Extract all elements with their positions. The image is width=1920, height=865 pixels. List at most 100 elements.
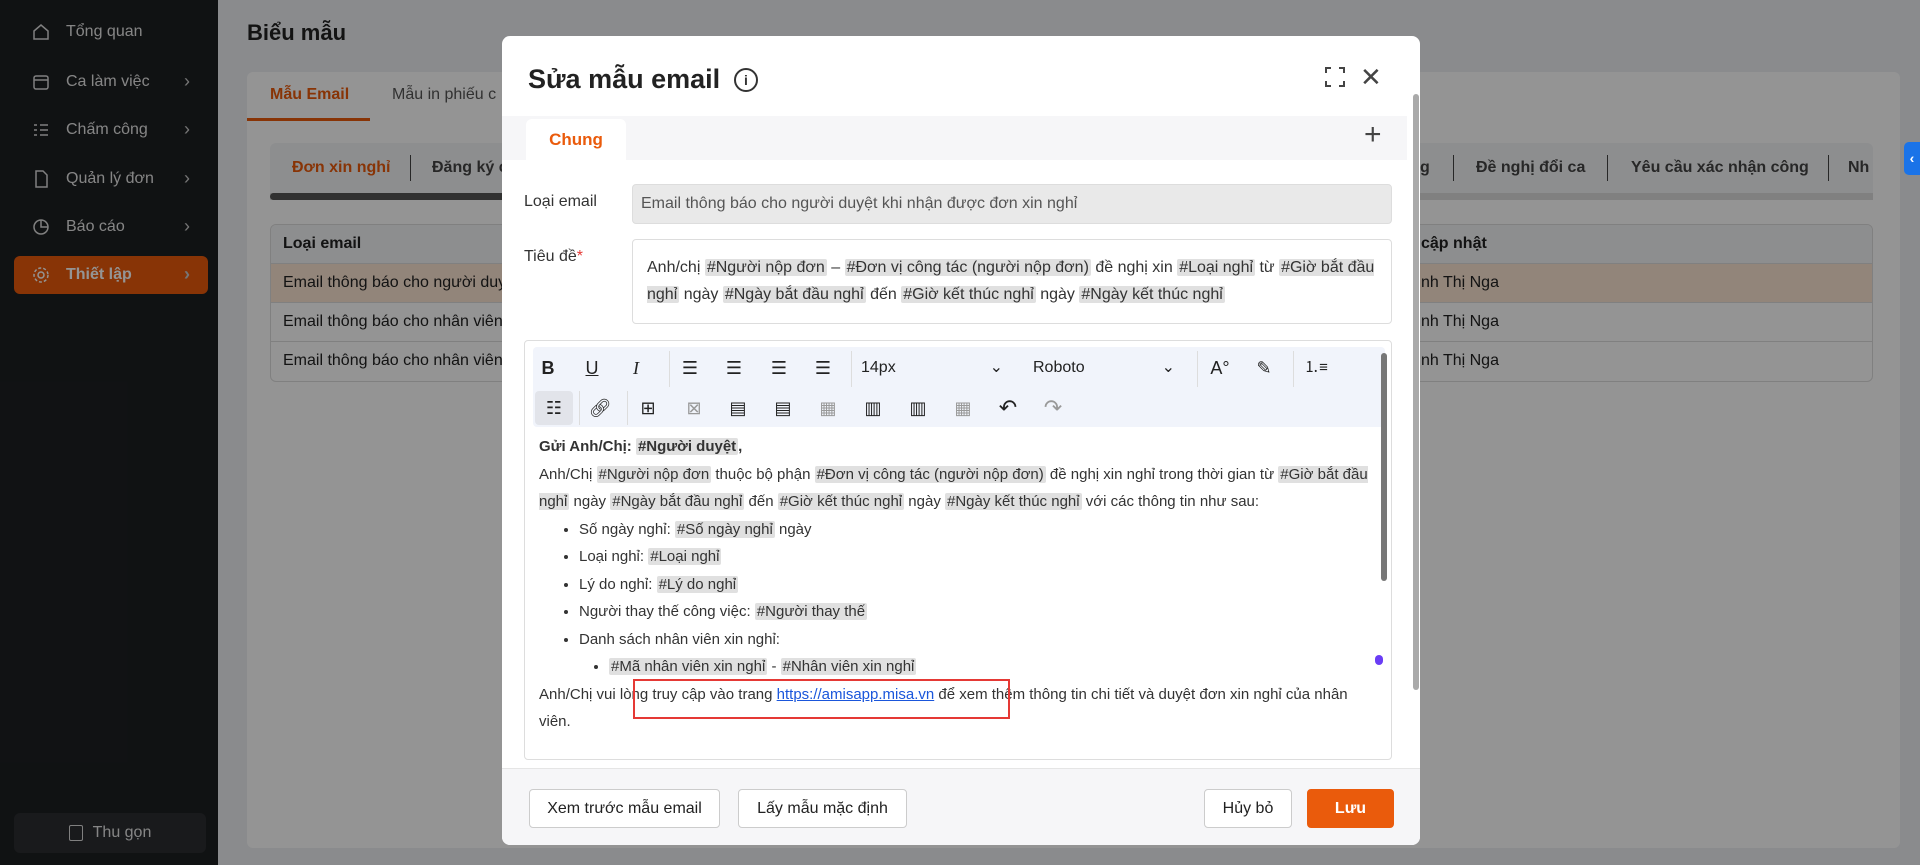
merge-field-tag: #Người nộp đơn <box>596 465 712 483</box>
merge-field-tag: #Giờ kết thúc nghỉ <box>901 286 1036 303</box>
align-center-icon[interactable]: ☰ <box>719 353 749 383</box>
merge-field-tag: #Người thay thế <box>754 603 868 620</box>
font-family-value: Roboto <box>1033 359 1085 376</box>
merge-field-tag: #Loại nghỉ <box>1177 259 1256 276</box>
list-item: #Mã nhân viên xin nghỉ - #Nhân viên xin … <box>609 653 1369 681</box>
text-segment: đề nghị xin <box>1090 259 1178 276</box>
text-segment: Người thay thế công việc: <box>579 603 755 620</box>
delete-column-icon[interactable]: ▦ <box>948 393 978 423</box>
merge-field-tag: #Lý do nghỉ <box>656 575 739 593</box>
merge-field-tag: #Ngày bắt đầu nghỉ <box>722 286 866 303</box>
load-default-template-button[interactable]: Lấy mẫu mặc định <box>738 789 907 828</box>
text-segment: ngày <box>774 520 812 538</box>
insert-table-icon[interactable]: ⊞ <box>633 393 663 423</box>
preview-template-button[interactable]: Xem trước mẫu email <box>529 789 720 828</box>
tieu-de-input[interactable]: Anh/chị #Người nộp đơn – #Đơn vị công tá… <box>632 239 1392 324</box>
merge-field-tag: #Ngày kết thúc nghỉ <box>945 493 1082 510</box>
text-segment: Gửi Anh/Chị: <box>539 438 636 455</box>
info-icon[interactable]: i <box>734 68 758 92</box>
expand-icon[interactable] <box>1324 66 1346 88</box>
highlight-annotation-box <box>633 679 1010 719</box>
save-button[interactable]: Lưu <box>1307 789 1394 828</box>
text-segment: Anh/Chị <box>539 465 597 483</box>
insert-column-right-icon[interactable]: ▥ <box>903 393 933 423</box>
text-segment: đề nghị xin nghỉ trong thời gian từ <box>1045 465 1279 483</box>
text-segment: ngày <box>1035 286 1080 303</box>
list-item: Loại nghỉ: #Loại nghỉ <box>579 543 1369 571</box>
dialog-tabs <box>502 116 1407 160</box>
edit-email-template-dialog: Sửa mẫu email i ✕ Chung + Loại email Ema… <box>502 36 1420 845</box>
separator <box>1197 351 1198 387</box>
dialog-scrollbar[interactable] <box>1413 94 1419 690</box>
ordered-list-icon[interactable]: ⒈≡ <box>1301 353 1331 383</box>
list-item: Người thay thế công việc: #Người thay th… <box>579 598 1369 626</box>
editor-scrollbar[interactable] <box>1381 353 1387 581</box>
highlight-pen-icon[interactable]: ✎ <box>1249 353 1279 383</box>
chevron-down-icon: ⌄ <box>989 359 1003 376</box>
text-segment: ngày <box>569 493 611 510</box>
undo-icon[interactable]: ↶ <box>993 393 1023 423</box>
redo-icon[interactable]: ↷ <box>1038 393 1068 423</box>
align-justify-icon[interactable]: ☰ <box>808 353 838 383</box>
link-icon[interactable]: 🔗︎ <box>585 393 615 423</box>
loai-email-field: Email thông báo cho người duyệt khi nhận… <box>632 184 1392 224</box>
chevron-down-icon: ⌄ <box>1161 359 1175 376</box>
sub-list: #Mã nhân viên xin nghỉ - #Nhân viên xin … <box>579 653 1369 681</box>
text-segment: ngày <box>904 493 945 510</box>
tab-chung[interactable]: Chung <box>526 119 626 161</box>
chevron-left-icon: ‹ <box>1909 150 1915 166</box>
text-segment: với các thông tin như sau: <box>1081 493 1260 510</box>
text-segment: Anh/chị <box>647 259 705 276</box>
merge-field-tag: #Người nộp đơn <box>704 259 827 276</box>
merge-field-tag: #Mã nhân viên xin nghỉ <box>609 658 768 675</box>
bold-button[interactable]: B <box>537 353 559 383</box>
close-icon[interactable]: ✕ <box>1360 62 1382 93</box>
delete-table-icon[interactable]: ⊠ <box>679 393 709 423</box>
italic-button[interactable]: I <box>625 353 647 383</box>
separator <box>579 391 580 425</box>
text-segment: Số ngày nghỉ: <box>579 520 675 538</box>
side-panel-toggle[interactable]: ‹ <box>1904 142 1920 175</box>
email-body-editor[interactable]: B U I ☰ ☰ ☰ ☰ 14px ⌄ Roboto ⌄ A° ✎ ⒈≡ ☷ 🔗︎… <box>524 340 1392 760</box>
intro-paragraph: Anh/Chị #Người nộp đơn thuộc bộ phận #Đơ… <box>539 461 1369 516</box>
cancel-button[interactable]: Hủy bỏ <box>1204 789 1292 828</box>
add-tab-icon[interactable]: + <box>1364 118 1382 152</box>
font-family-select[interactable]: Roboto ⌄ <box>1033 353 1183 383</box>
list-item: Số ngày nghỉ: #Số ngày nghỉ ngày <box>579 516 1369 544</box>
text-segment: – <box>826 259 845 276</box>
loai-email-label: Loại email <box>524 193 597 210</box>
font-size-value: 14px <box>861 359 896 376</box>
text-segment: Loại nghỉ: <box>579 548 649 565</box>
underline-button[interactable]: U <box>581 353 603 383</box>
text-segment: đến <box>865 286 902 303</box>
delete-row-icon[interactable]: ▦ <box>813 393 843 423</box>
text-segment: - <box>767 658 781 675</box>
font-size-select[interactable]: 14px ⌄ <box>861 353 1011 383</box>
tieu-de-value: Anh/chị #Người nộp đơn – #Đơn vị công tá… <box>647 259 1375 303</box>
merge-field-tag: #Nhân viên xin nghỉ <box>780 658 917 675</box>
insert-row-below-icon[interactable]: ▤ <box>768 393 798 423</box>
align-right-icon[interactable]: ☰ <box>764 353 794 383</box>
details-list: Số ngày nghỉ: #Số ngày nghỉ ngàyLoại ngh… <box>539 516 1369 681</box>
text-segment: từ <box>1255 259 1280 276</box>
separator <box>851 351 852 387</box>
separator <box>1293 351 1294 387</box>
list-item: Lý do nghỉ: #Lý do nghỉ <box>579 571 1369 599</box>
dialog-footer: Xem trước mẫu email Lấy mẫu mặc định Hủy… <box>502 768 1420 845</box>
merge-field-tag: #Loại nghỉ <box>648 548 722 565</box>
text-segment: Lý do nghỉ: <box>579 575 657 593</box>
list-item: Danh sách nhân viên xin nghỉ: #Mã nhân vi… <box>579 626 1369 681</box>
merge-field-tag: #Số ngày nghỉ <box>674 520 775 538</box>
resize-handle[interactable] <box>1375 655 1383 665</box>
editor-toolbar: B U I ☰ ☰ ☰ ☰ 14px ⌄ Roboto ⌄ A° ✎ ⒈≡ ☷ 🔗︎… <box>533 347 1385 427</box>
font-color-icon[interactable]: A° <box>1205 353 1235 383</box>
merge-field-tag: #Đơn vị công tác (người nộp đơn) <box>844 259 1091 276</box>
text-segment: ngày <box>679 286 723 303</box>
bullet-list-icon[interactable]: ☷ <box>535 391 573 425</box>
align-left-icon[interactable]: ☰ <box>675 353 705 383</box>
tieu-de-text: Tiêu đề <box>524 248 577 265</box>
insert-row-above-icon[interactable]: ▤ <box>723 393 753 423</box>
greeting-line: Gửi Anh/Chị: #Người duyệt, <box>539 433 1369 461</box>
insert-column-left-icon[interactable]: ▥ <box>858 393 888 423</box>
dialog-title: Sửa mẫu email <box>528 64 721 94</box>
